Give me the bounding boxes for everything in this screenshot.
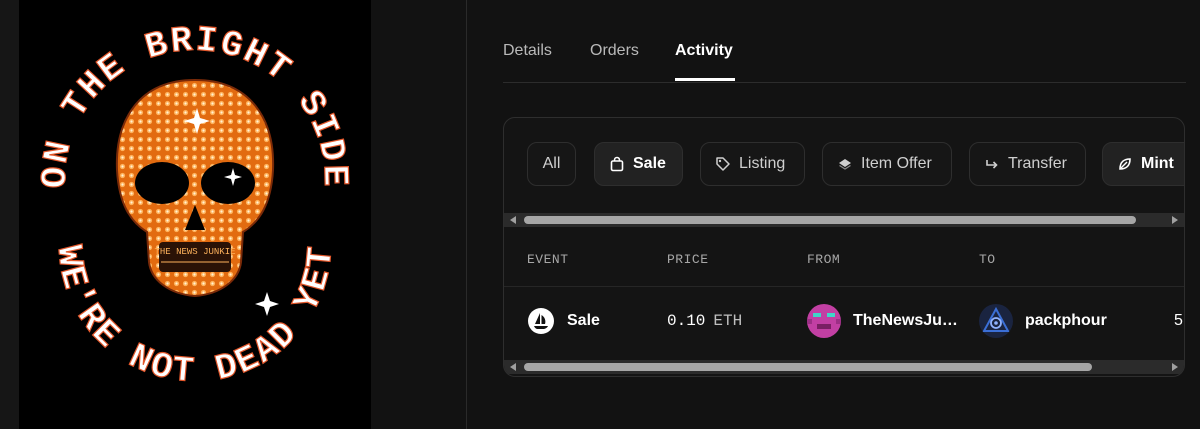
scroll-right-icon[interactable] xyxy=(1172,216,1178,224)
column-price: PRICE xyxy=(667,252,709,267)
table-row[interactable]: Sale 0.10 ETH TheNewsJu… packphour 5 xyxy=(504,288,1184,354)
filter-label: Listing xyxy=(739,155,786,172)
skull-icon: THE NEWS JUNKIE xyxy=(115,78,275,298)
filter-label: Item Offer xyxy=(861,155,932,172)
activity-card: All Sale Listing Item Offer Transfer Min… xyxy=(503,117,1185,377)
teeth-text: THE NEWS JUNKIE xyxy=(154,247,235,257)
layers-icon xyxy=(839,159,851,170)
price-cell: 0.10 ETH xyxy=(667,288,742,354)
scroll-left-icon[interactable] xyxy=(510,363,516,371)
table-scrollbar[interactable] xyxy=(504,360,1184,374)
from-cell[interactable]: TheNewsJu… xyxy=(807,288,958,354)
transfer-arrow-icon xyxy=(986,160,998,169)
price-unit: ETH xyxy=(713,312,743,330)
filter-label: Transfer xyxy=(1008,155,1067,172)
overflow-cell: 5 xyxy=(1174,288,1183,354)
opensea-icon xyxy=(528,308,554,334)
filter-label: Mint xyxy=(1141,155,1174,172)
column-to: TO xyxy=(979,252,996,267)
tab-activity[interactable]: Activity xyxy=(675,42,733,60)
shopping-bag-icon xyxy=(610,156,624,172)
column-from: FROM xyxy=(807,252,841,267)
tab-bar: Details Orders Activity xyxy=(503,0,1186,83)
filters-scrollbar[interactable] xyxy=(504,213,1184,227)
table-header: EVENT PRICE FROM TO xyxy=(504,230,1184,287)
tab-details[interactable]: Details xyxy=(503,42,552,60)
from-avatar xyxy=(807,304,841,338)
scroll-right-icon[interactable] xyxy=(1172,363,1178,371)
filter-sale-button[interactable]: Sale xyxy=(594,142,683,186)
mint-leaf-icon xyxy=(1119,158,1131,170)
filters-scrollbar-thumb[interactable] xyxy=(524,216,1136,224)
filter-item-offer-button[interactable]: Item Offer xyxy=(822,142,952,186)
filter-listing-button[interactable]: Listing xyxy=(700,142,805,186)
event-label: Sale xyxy=(567,312,600,329)
price-value: 0.10 xyxy=(667,312,706,330)
left-gutter xyxy=(0,0,19,429)
filter-label: All xyxy=(542,155,561,172)
active-tab-indicator xyxy=(675,78,735,81)
overflow-value: 5 xyxy=(1174,312,1183,329)
filter-mint-button[interactable]: Mint xyxy=(1102,142,1184,186)
table-scrollbar-thumb[interactable] xyxy=(524,363,1092,371)
tab-orders[interactable]: Orders xyxy=(590,42,639,60)
filter-all-button[interactable]: All xyxy=(527,142,576,186)
to-avatar xyxy=(979,304,1013,338)
to-address[interactable]: packphour xyxy=(1025,312,1107,330)
from-address[interactable]: TheNewsJu… xyxy=(853,312,958,330)
column-event: EVENT xyxy=(527,252,569,267)
skull-artwork: ON THE BRIGHT SIDE THE NEWS JUNKIE WE'RE… xyxy=(34,19,354,393)
vertical-divider xyxy=(466,0,467,429)
scroll-left-icon[interactable] xyxy=(510,216,516,224)
filter-label: Sale xyxy=(633,155,666,172)
filter-transfer-button[interactable]: Transfer xyxy=(969,142,1086,186)
to-cell[interactable]: packphour xyxy=(979,288,1107,354)
event-cell: Sale xyxy=(527,288,600,354)
tag-icon xyxy=(716,157,730,171)
nft-artwork: ON THE BRIGHT SIDE THE NEWS JUNKIE WE'RE… xyxy=(19,0,371,429)
